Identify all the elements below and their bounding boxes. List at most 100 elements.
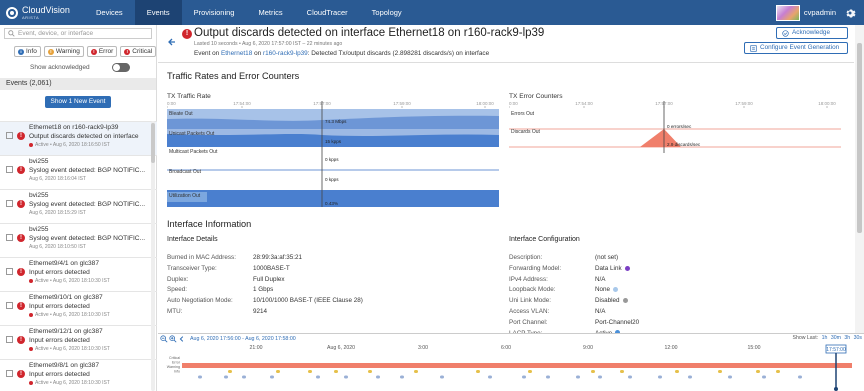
nav-metrics[interactable]: Metrics — [246, 0, 294, 25]
desc-prefix: Event on — [194, 50, 220, 57]
series-label: Bleate Out — [169, 111, 193, 117]
error-icon: ! — [17, 234, 25, 242]
nav-events[interactable]: Events — [134, 0, 182, 25]
timeline-chart[interactable]: 21:00 Aug 6, 2020 3:00 6:00 9:00 12:00 15:00 C… — [158, 344, 864, 391]
timeline-event-marker[interactable] — [620, 370, 624, 373]
timeline-event-marker[interactable] — [308, 370, 312, 373]
event-checkbox[interactable] — [6, 132, 13, 139]
event-checkbox[interactable] — [6, 200, 13, 207]
event-list-item[interactable]: ! Ethernet18 on r160-rack9-lp39 Output dis… — [0, 121, 157, 155]
device-link[interactable]: r160-rack9-lp39 — [263, 50, 308, 57]
info-value: 9214 — [253, 307, 268, 315]
timeline-event-marker[interactable] — [368, 370, 372, 373]
events-sidebar: Event, device, or interface i Info ! Warni… — [0, 25, 157, 391]
main-scrollbar[interactable] — [855, 25, 864, 333]
timeline-cursor-handle[interactable] — [834, 387, 838, 391]
timeline-event-marker[interactable] — [598, 375, 602, 379]
nav-cloudtracer[interactable]: CloudTracer — [295, 0, 360, 25]
show-last-3h[interactable]: 3h — [844, 335, 850, 341]
show-last-30s[interactable]: 30s — [854, 335, 862, 341]
timeline-event-marker[interactable] — [576, 375, 580, 379]
timeline-event-marker[interactable] — [440, 375, 444, 379]
zoom-in-icon[interactable] — [169, 334, 177, 343]
timeline-event-marker[interactable] — [756, 370, 760, 373]
event-list-item[interactable]: ! Ethernet9/12/1 on glc387 Input errors de… — [0, 325, 157, 359]
show-new-event-button[interactable]: Show 1 New Event — [45, 96, 111, 108]
nav-devices[interactable]: Devices — [84, 0, 135, 25]
nav-provisioning[interactable]: Provisioning — [182, 0, 247, 25]
axis-tick-label: 17:54:00 — [575, 101, 593, 106]
back-arrow-icon[interactable] — [167, 37, 177, 47]
timeline-event-marker[interactable] — [718, 370, 722, 373]
show-acknowledged-toggle[interactable] — [112, 63, 130, 72]
event-list-item[interactable]: ! bvi255 Syslog event detected: BGP NOTIFI… — [0, 189, 157, 223]
event-list-item[interactable]: ! bvi255 Syslog event detected: BGP NOTIFI… — [0, 223, 157, 257]
user-menu[interactable]: cvpadmin — [775, 0, 864, 25]
event-checkbox[interactable] — [6, 166, 13, 173]
event-checkbox[interactable] — [6, 336, 13, 343]
show-last-30m[interactable]: 30m — [831, 335, 841, 341]
event-checkbox[interactable] — [6, 234, 13, 241]
filter-info[interactable]: i Info — [14, 46, 41, 57]
event-list-item[interactable]: ! Ethernet9/10/1 on glc387 Input errors de… — [0, 291, 157, 325]
event-checkbox[interactable] — [6, 302, 13, 309]
sidebar-scrollbar-thumb[interactable] — [151, 123, 155, 163]
main-scrollbar-thumb[interactable] — [857, 43, 862, 233]
timeline-event-marker[interactable] — [591, 370, 595, 373]
tx-error-chart[interactable]: 0:0017:54:0017:57:0017:59:0018:00:00 Err… — [509, 101, 841, 157]
error-lane-band — [182, 363, 852, 368]
search-icon — [8, 30, 15, 37]
timeline-event-marker[interactable] — [522, 375, 526, 379]
timeline-event-marker[interactable] — [242, 375, 246, 379]
timeline-event-marker[interactable] — [344, 375, 348, 379]
timeline-event-marker[interactable] — [228, 370, 232, 373]
nav-topology[interactable]: Topology — [360, 0, 414, 25]
search-input[interactable]: Event, device, or interface — [4, 28, 152, 39]
filter-critical[interactable]: ! Critical — [120, 46, 157, 57]
timeline-event-marker[interactable] — [376, 375, 380, 379]
event-checkbox[interactable] — [6, 370, 13, 377]
timeline-event-marker[interactable] — [528, 370, 532, 373]
timeline-event-marker[interactable] — [334, 370, 338, 373]
timeline-event-marker[interactable] — [728, 375, 732, 379]
show-last-1h[interactable]: 1h — [822, 335, 828, 341]
event-source: Ethernet18 on r160-rack9-lp39 — [29, 124, 119, 131]
timeline-event-marker[interactable] — [798, 375, 802, 379]
timeline-event-marker[interactable] — [270, 375, 274, 379]
event-list-item[interactable]: ! Ethernet9/8/1 on glc387 Input errors det… — [0, 359, 157, 391]
event-source: bvi255 — [29, 192, 49, 199]
timeline-event-marker[interactable] — [276, 370, 280, 373]
gear-icon[interactable] — [844, 7, 856, 19]
timeline-event-marker[interactable] — [658, 375, 662, 379]
event-checkbox[interactable] — [6, 268, 13, 275]
filter-warning[interactable]: ! Warning — [43, 46, 84, 57]
timeline-event-marker[interactable] — [488, 375, 492, 379]
timeline-event-marker[interactable] — [316, 375, 320, 379]
filter-error[interactable]: ! Error — [86, 46, 118, 57]
interface-details-title: Interface Details — [167, 236, 218, 243]
timeline-event-marker[interactable] — [400, 375, 404, 379]
event-list-item[interactable]: ! Ethernet9/4/1 on glc387 Input errors det… — [0, 257, 157, 291]
events-count-header: Events (2,061) — [0, 78, 156, 90]
brand-logo[interactable]: CloudVision ARISTA — [0, 5, 84, 20]
event-list-item[interactable]: ! bvi255 Syslog event detected: BGP NOTIFI… — [0, 155, 157, 189]
timeline-event-marker[interactable] — [198, 375, 202, 379]
timeline-event-marker[interactable] — [546, 375, 550, 379]
timeline-event-marker[interactable] — [762, 375, 766, 379]
timeline-tick-label: 9:00 — [583, 345, 593, 351]
timeline-event-marker[interactable] — [688, 375, 692, 379]
tx-rate-chart[interactable]: 0:0017:54:0017:57:0017:59:0018:00:00 Ble… — [167, 101, 499, 207]
timeline-event-marker[interactable] — [776, 370, 780, 373]
zoom-out-icon[interactable] — [160, 334, 168, 343]
timeline-event-marker[interactable] — [675, 370, 679, 373]
timeline-event-marker[interactable] — [414, 370, 418, 373]
timeline-event-marker[interactable] — [628, 375, 632, 379]
configure-event-generation-button[interactable]: Configure Event Generation — [744, 42, 848, 54]
acknowledge-button[interactable]: Acknowledge — [776, 27, 848, 39]
timeline-event-marker[interactable] — [224, 375, 228, 379]
interface-link[interactable]: Ethernet18 — [221, 50, 252, 57]
timeline-event-marker[interactable] — [476, 370, 480, 373]
timeline-toolbar: Aug 6, 2020 17:56:00 - Aug 6, 2020 17:58… — [158, 334, 864, 343]
active-status-icon — [29, 278, 33, 283]
pan-left-icon[interactable] — [178, 335, 186, 343]
